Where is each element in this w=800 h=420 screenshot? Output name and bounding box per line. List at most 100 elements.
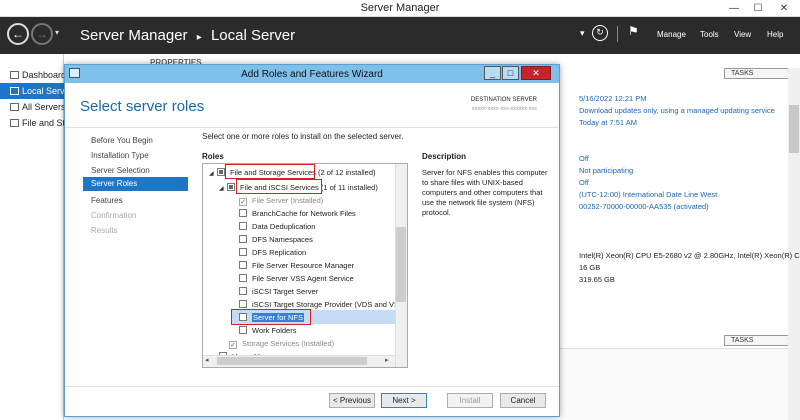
storage-icon xyxy=(10,119,19,127)
window-title: Server Manager xyxy=(360,2,440,14)
tasks-dropdown-2[interactable]: TASKS ▾ xyxy=(724,335,796,346)
roles-tree: ◢ File and Storage Services (2 of 12 inst… xyxy=(202,163,408,368)
destination-server-value: xxxxx-xxxx-xxx-xxxxxx-xxx xyxy=(471,106,537,112)
menu-manage[interactable]: Manage xyxy=(657,30,686,39)
dialog-maximize-button[interactable]: □ xyxy=(502,66,519,80)
role-checkbox[interactable] xyxy=(239,222,247,230)
breadcrumb-page: Local Server xyxy=(210,27,296,44)
property-value-off-2[interactable]: Off xyxy=(579,178,589,187)
events-panel xyxy=(560,348,788,420)
step-results: Results xyxy=(91,226,118,235)
product-id-value[interactable]: 00252-70000-00000-AA535 (activated) xyxy=(579,202,709,211)
scroll-right-icon[interactable]: ▸ xyxy=(385,356,389,364)
step-server-selection[interactable]: Server Selection xyxy=(91,166,150,175)
checkbox-checked: ✓ xyxy=(229,341,237,349)
menu-view[interactable]: View xyxy=(734,30,751,39)
windows-update-value[interactable]: Download updates only, using a managed u… xyxy=(579,106,775,115)
role-checkbox[interactable] xyxy=(239,300,247,308)
close-button[interactable]: ✕ xyxy=(772,0,796,17)
app-name: Server Manager xyxy=(80,27,188,44)
roles-label: Roles xyxy=(202,152,224,161)
tree-item-fsrm[interactable]: File Server Resource Manager xyxy=(239,259,407,272)
back-button[interactable]: ← xyxy=(7,23,29,45)
sidebar-item-file-storage[interactable]: File and Storage Services xyxy=(0,115,64,131)
role-description: Server for NFS enables this computer to … xyxy=(422,168,548,217)
tree-item-dedup[interactable]: Data Deduplication xyxy=(239,220,407,233)
step-confirmation: Confirmation xyxy=(91,211,137,220)
dialog-heading: Select server roles xyxy=(80,98,205,115)
role-checkbox[interactable] xyxy=(227,183,235,191)
sidebar-item-local-server[interactable]: Local Server xyxy=(0,83,64,99)
role-checkbox[interactable] xyxy=(239,326,247,334)
role-checkbox[interactable] xyxy=(239,248,247,256)
server-icon xyxy=(10,87,19,95)
notifications-flag-icon[interactable]: ⚑ xyxy=(628,24,639,38)
tree-item-branchcache[interactable]: BranchCache for Network Files xyxy=(239,207,407,220)
highlight-box xyxy=(231,309,311,325)
feedback-value[interactable]: Not participating xyxy=(579,166,633,175)
history-dropdown-icon[interactable]: ▾ xyxy=(55,28,59,37)
role-checkbox[interactable] xyxy=(239,235,247,243)
tree-item-vss-agent[interactable]: File Server VSS Agent Service xyxy=(239,272,407,285)
tree-item-dfs-replication[interactable]: DFS Replication xyxy=(239,246,407,259)
roles-vscroll-thumb[interactable] xyxy=(396,227,406,302)
maximize-button[interactable]: ☐ xyxy=(746,0,770,17)
separator xyxy=(617,26,618,42)
instruction-text: Select one or more roles to install on t… xyxy=(202,132,404,141)
dialog-minimize-button[interactable]: _ xyxy=(484,66,501,80)
tree-item-iscsi-target[interactable]: iSCSI Target Server xyxy=(239,285,407,298)
menu-help[interactable]: Help xyxy=(767,30,783,39)
step-server-roles[interactable]: Server Roles xyxy=(83,177,188,191)
cancel-button[interactable]: Cancel xyxy=(500,393,546,408)
refresh-icon[interactable]: ↻ xyxy=(592,25,608,41)
highlight-box xyxy=(225,164,315,179)
roles-hscroll-thumb[interactable] xyxy=(217,357,367,365)
sidebar-item-dashboard[interactable]: Dashboard xyxy=(0,67,64,83)
tree-item-dfs-namespaces[interactable]: DFS Namespaces xyxy=(239,233,407,246)
destination-server-label: DESTINATION SERVER xyxy=(470,97,537,103)
step-features[interactable]: Features xyxy=(91,196,123,205)
tree-item-file-server: ✓ File Server (Installed) xyxy=(239,196,324,206)
dialog-close-button[interactable]: ✕ xyxy=(521,66,551,80)
wizard-dialog: Add Roles and Features Wizard _ □ ✕ Sele… xyxy=(64,64,560,417)
scroll-left-icon[interactable]: ◂ xyxy=(205,356,209,364)
last-updates-value[interactable]: 5/16/2022 12:21 PM xyxy=(579,94,647,103)
install-button: Install xyxy=(447,393,493,408)
role-checkbox[interactable] xyxy=(239,274,247,282)
step-before-you-begin[interactable]: Before You Begin xyxy=(91,136,153,145)
dropdown-icon[interactable]: ▾ xyxy=(580,28,585,39)
header-divider xyxy=(65,127,559,128)
forward-button[interactable]: → xyxy=(31,23,53,45)
servers-icon xyxy=(10,103,19,111)
disk-value: 319.65 GB xyxy=(579,275,615,284)
previous-button[interactable]: < Previous xyxy=(329,393,375,408)
sidebar-item-all-servers[interactable]: All Servers xyxy=(0,99,64,115)
processors-value: Intel(R) Xeon(R) CPU E5-2680 v2 @ 2.80GH… xyxy=(579,251,800,260)
app-header: ← → ▾ Server Manager ▸ Local Server ▾ ↻ … xyxy=(0,17,800,54)
role-checkbox[interactable] xyxy=(239,209,247,217)
role-checkbox[interactable] xyxy=(217,168,225,176)
timezone-value[interactable]: (UTC-12:00) International Date Line West xyxy=(579,190,717,199)
tree-item-storage-services: ✓ Storage Services (Installed) xyxy=(229,339,335,349)
role-checkbox[interactable] xyxy=(239,287,247,295)
description-label: Description xyxy=(422,152,467,161)
memory-value: 16 GB xyxy=(579,263,601,272)
highlight-box xyxy=(236,179,322,194)
tree-item-work-folders[interactable]: Work Folders xyxy=(239,324,407,337)
menu-tools[interactable]: Tools xyxy=(700,30,719,39)
checkbox-checked: ✓ xyxy=(239,198,247,206)
collapse-arrow-icon[interactable]: ◢ xyxy=(209,168,217,181)
role-checkbox[interactable] xyxy=(239,261,247,269)
sidebar: Dashboard Local Server All Servers File … xyxy=(0,54,64,420)
collapse-arrow-icon[interactable]: ◢ xyxy=(219,183,227,196)
tasks-dropdown[interactable]: TASKS ▾ xyxy=(724,68,796,79)
property-value-off-1[interactable]: Off xyxy=(579,154,589,163)
minimize-button[interactable]: — xyxy=(722,0,746,17)
step-installation-type[interactable]: Installation Type xyxy=(91,151,149,160)
footer-divider xyxy=(65,386,559,387)
page-scroll-thumb[interactable] xyxy=(789,105,799,153)
page-title: Server Manager ▸ Local Server xyxy=(80,27,295,44)
breadcrumb-separator: ▸ xyxy=(196,32,202,43)
next-button[interactable]: Next > xyxy=(381,393,427,408)
last-checked-value[interactable]: Today at 7:51 AM xyxy=(579,118,637,127)
